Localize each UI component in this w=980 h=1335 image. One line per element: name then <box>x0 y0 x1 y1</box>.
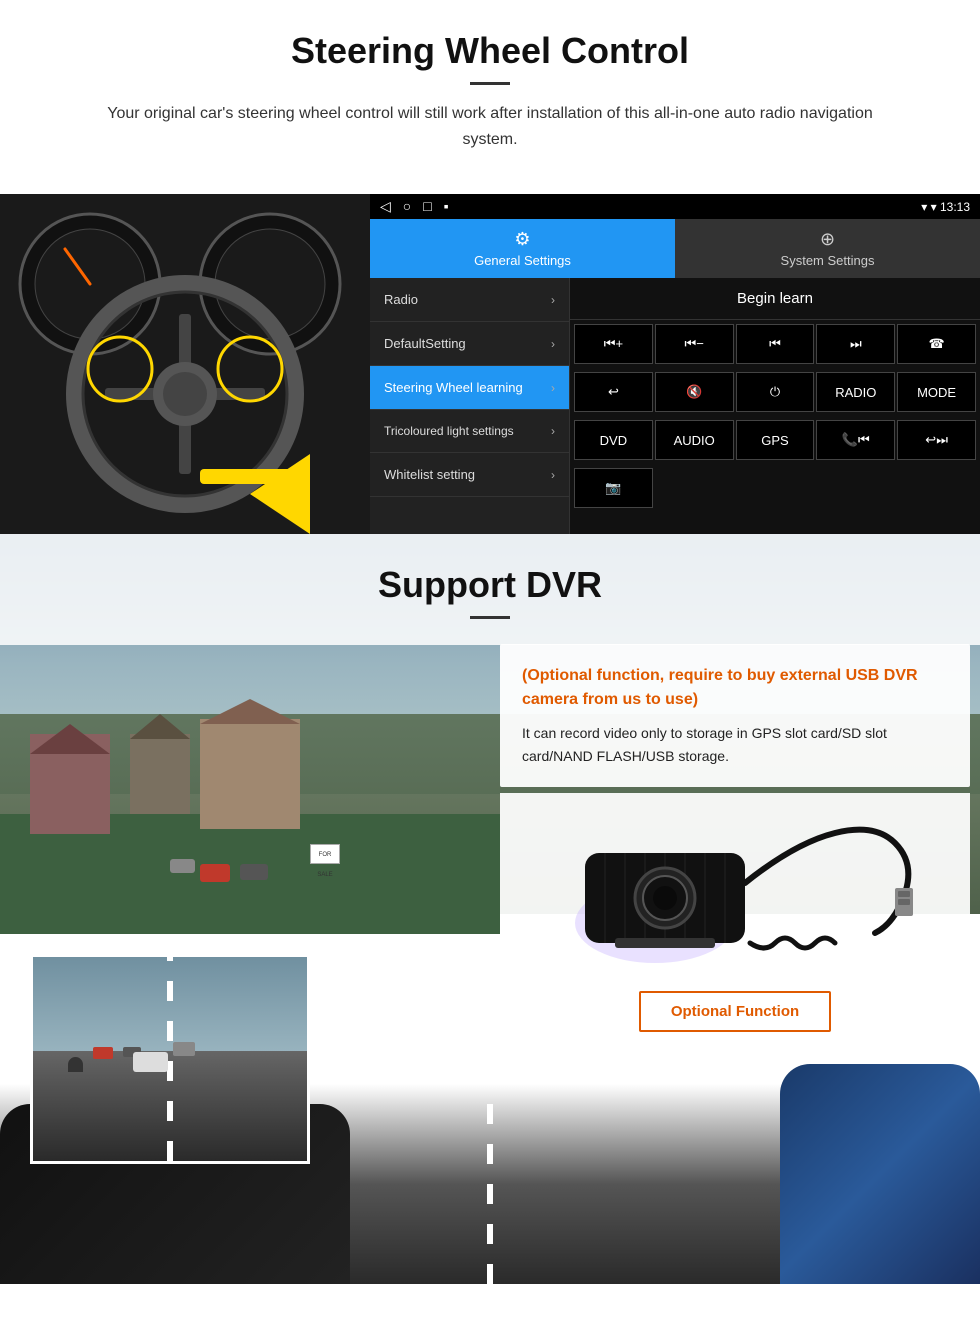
tab-general-label: General Settings <box>474 253 571 268</box>
for-sale-sign: FOR SALE <box>310 844 340 864</box>
dvr-section: FOR SALE Support DVR (Optional function <box>0 534 980 1284</box>
dvr-optional-text: (Optional function, require to buy exter… <box>522 664 948 712</box>
dvr-divider <box>470 616 510 619</box>
btn-prev[interactable]: ⏮ <box>736 324 815 364</box>
optional-function-button[interactable]: Optional Function <box>639 991 831 1032</box>
btn-vol-up[interactable]: ⏮+ <box>574 324 653 364</box>
btn-call[interactable]: ☎ <box>897 324 976 364</box>
roof-2 <box>130 714 190 739</box>
menu-default-label: DefaultSetting <box>384 336 466 351</box>
menu-item-tricoloured[interactable]: Tricoloured light settings › <box>370 410 569 453</box>
button-grid-row1: ⏮+ ⏮− ⏮ ⏭ ☎ <box>570 320 980 368</box>
tab-general-settings[interactable]: ⚙ General Settings <box>370 219 675 278</box>
recents-icon[interactable]: □ <box>423 198 431 215</box>
dvr-camera-svg <box>555 803 915 963</box>
btn-call-prev[interactable]: 📞⏮ <box>816 420 895 460</box>
dvr-camera-area <box>500 793 970 973</box>
car-grey-2 <box>170 859 195 873</box>
clock: 13:13 <box>940 200 970 214</box>
tab-system-settings[interactable]: ⊕ System Settings <box>675 219 980 278</box>
begin-learn-label: Begin learn <box>737 290 813 307</box>
gear-icon: ⚙ <box>514 229 530 250</box>
roof-1 <box>30 724 110 754</box>
car-grey-1 <box>240 864 268 880</box>
house-3 <box>200 719 300 829</box>
headunit-menu: Radio › DefaultSetting › Steering Wheel … <box>370 278 570 534</box>
thumbnail-car-3 <box>173 1042 195 1056</box>
btn-next[interactable]: ⏭ <box>816 324 895 364</box>
headunit-panel: Begin learn ⏮+ ⏮− ⏮ ⏭ ☎ ↩ 🔇 ⏻ RADIO MODE <box>570 278 980 534</box>
steering-wheel-svg <box>0 194 370 534</box>
roof-3 <box>200 699 300 724</box>
statusbar: ◁ ○ □ ▪ ▾ ▾ 13:13 <box>370 194 980 219</box>
signal-icon: ▾ <box>931 200 940 214</box>
tab-bar: ⚙ General Settings ⊕ System Settings <box>370 219 980 278</box>
chevron-right-icon: › <box>551 293 555 307</box>
section-subtitle: Your original car's steering wheel contr… <box>80 101 900 152</box>
road-marking <box>487 1104 493 1284</box>
dvr-description: It can record video only to storage in G… <box>522 722 948 767</box>
house-2 <box>130 734 190 814</box>
btn-mode[interactable]: MODE <box>897 372 976 412</box>
button-grid-row2: ↩ 🔇 ⏻ RADIO MODE <box>570 368 980 416</box>
dvr-info-box: (Optional function, require to buy exter… <box>500 644 970 787</box>
button-grid-row4: 📷 <box>570 464 980 512</box>
tab-system-label: System Settings <box>781 253 875 268</box>
chevron-right-icon: › <box>551 381 555 395</box>
btn-gps[interactable]: GPS <box>736 420 815 460</box>
dvr-content-overlay: (Optional function, require to buy exter… <box>500 634 980 1284</box>
menu-item-whitelist[interactable]: Whitelist setting › <box>370 453 569 497</box>
btn-camera[interactable]: 📷 <box>574 468 653 508</box>
menu-item-radio[interactable]: Radio › <box>370 278 569 322</box>
steering-wheel-image <box>0 194 370 534</box>
headunit-ui: ◁ ○ □ ▪ ▾ ▾ 13:13 ⚙ General Settings ⊕ S… <box>370 194 980 534</box>
btn-back-next[interactable]: ↩⏭ <box>897 420 976 460</box>
dvr-title: Support DVR <box>0 564 980 606</box>
menu-whitelist-label: Whitelist setting <box>384 467 475 482</box>
chevron-right-icon: › <box>551 337 555 351</box>
btn-hangup[interactable]: ↩ <box>574 372 653 412</box>
menu-tricoloured-label: Tricoloured light settings <box>384 424 514 438</box>
nav-icons: ◁ ○ □ ▪ <box>380 198 449 215</box>
menu-item-default-setting[interactable]: DefaultSetting › <box>370 322 569 366</box>
menu-radio-label: Radio <box>384 292 418 307</box>
chevron-right-icon: › <box>551 468 555 482</box>
btn-power[interactable]: ⏻ <box>736 372 815 412</box>
steering-demo: ◁ ○ □ ▪ ▾ ▾ 13:13 ⚙ General Settings ⊕ S… <box>0 194 980 534</box>
car-red-1 <box>200 864 230 882</box>
thumbnail-car-1 <box>93 1047 113 1059</box>
status-info: ▾ ▾ 13:13 <box>921 200 970 214</box>
begin-learn-area: Begin learn <box>570 278 980 320</box>
page-title: Steering Wheel Control <box>40 30 940 72</box>
optional-function-wrap: Optional Function <box>500 977 970 1046</box>
title-divider <box>470 82 510 85</box>
menu-icon[interactable]: ▪ <box>444 198 449 215</box>
btn-radio[interactable]: RADIO <box>816 372 895 412</box>
thumbnail-suv <box>133 1052 168 1072</box>
btn-mute[interactable]: 🔇 <box>655 372 734 412</box>
headunit-content: Radio › DefaultSetting › Steering Wheel … <box>370 278 980 534</box>
system-icon: ⊕ <box>820 229 835 250</box>
button-grid-row3: DVD AUDIO GPS 📞⏮ ↩⏭ <box>570 416 980 464</box>
back-icon[interactable]: ◁ <box>380 198 391 215</box>
btn-audio[interactable]: AUDIO <box>655 420 734 460</box>
chevron-right-icon: › <box>551 424 555 438</box>
menu-item-steering-wheel[interactable]: Steering Wheel learning › <box>370 366 569 410</box>
steering-section: Steering Wheel Control Your original car… <box>0 0 980 194</box>
wifi-icon: ▾ <box>921 200 930 214</box>
home-icon[interactable]: ○ <box>403 198 411 215</box>
btn-vol-down[interactable]: ⏮− <box>655 324 734 364</box>
dvr-title-wrap: Support DVR <box>0 534 980 645</box>
thumbnail-bike <box>68 1057 83 1072</box>
dashcam-road-view <box>33 957 307 1161</box>
dashcam-inset <box>30 954 310 1164</box>
btn-dvd[interactable]: DVD <box>574 420 653 460</box>
menu-steering-label: Steering Wheel learning <box>384 380 523 395</box>
